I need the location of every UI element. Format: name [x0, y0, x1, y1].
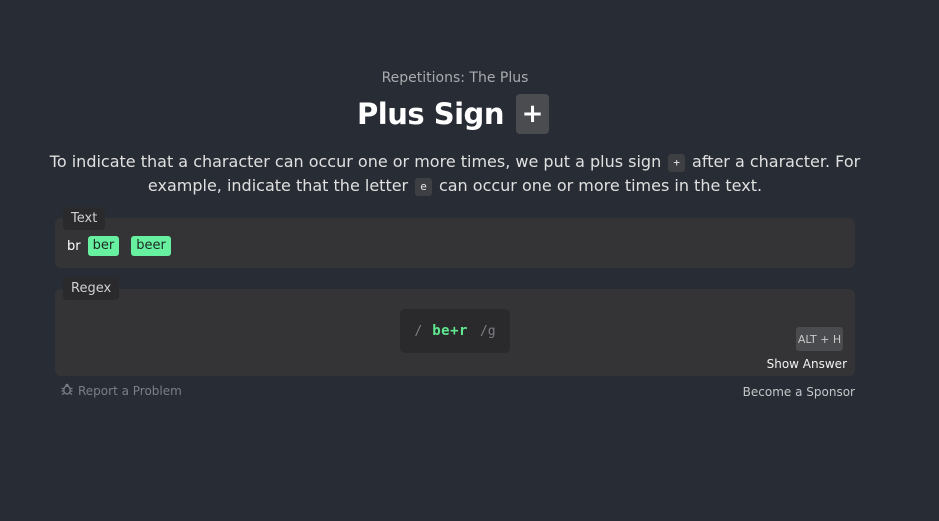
code-chip-e: e	[415, 178, 432, 196]
show-answer-button[interactable]: Show Answer	[767, 357, 847, 371]
bug-icon	[60, 382, 74, 399]
text-match: ber	[87, 236, 120, 256]
regex-open-slash: /	[414, 323, 423, 339]
text-word: br	[67, 238, 81, 254]
regex-input[interactable]: be+r	[432, 323, 468, 339]
description-text-1: To indicate that a character can occur o…	[49, 152, 662, 171]
page-title: Plus Sign	[357, 97, 504, 131]
report-problem-link[interactable]: Report a Problem	[60, 382, 182, 399]
plus-badge: +	[515, 94, 549, 134]
regex-panel-label: Regex	[63, 277, 120, 300]
shortcut-badge: ALT + H	[796, 327, 843, 351]
text-panel-label: Text	[63, 207, 106, 230]
become-sponsor-link[interactable]: Become a Sponsor	[743, 385, 855, 399]
regex-input-box[interactable]: / be+r /g	[400, 309, 510, 353]
lesson-subtitle: Repetitions: The Plus	[381, 70, 529, 86]
description-text-3: can occur one or more times in the text.	[438, 176, 763, 195]
page: Repetitions: The Plus Plus Sign + To ind…	[0, 0, 939, 521]
report-problem-label: Report a Problem	[78, 383, 182, 398]
title-row: Plus Sign +	[0, 94, 906, 134]
code-chip-plus: +	[668, 154, 685, 172]
regex-flags: /g	[479, 323, 496, 339]
sample-text: br ber beer	[67, 236, 183, 256]
lesson-description: To indicate that a character can occur o…	[40, 150, 870, 198]
text-match: beer	[131, 236, 171, 256]
